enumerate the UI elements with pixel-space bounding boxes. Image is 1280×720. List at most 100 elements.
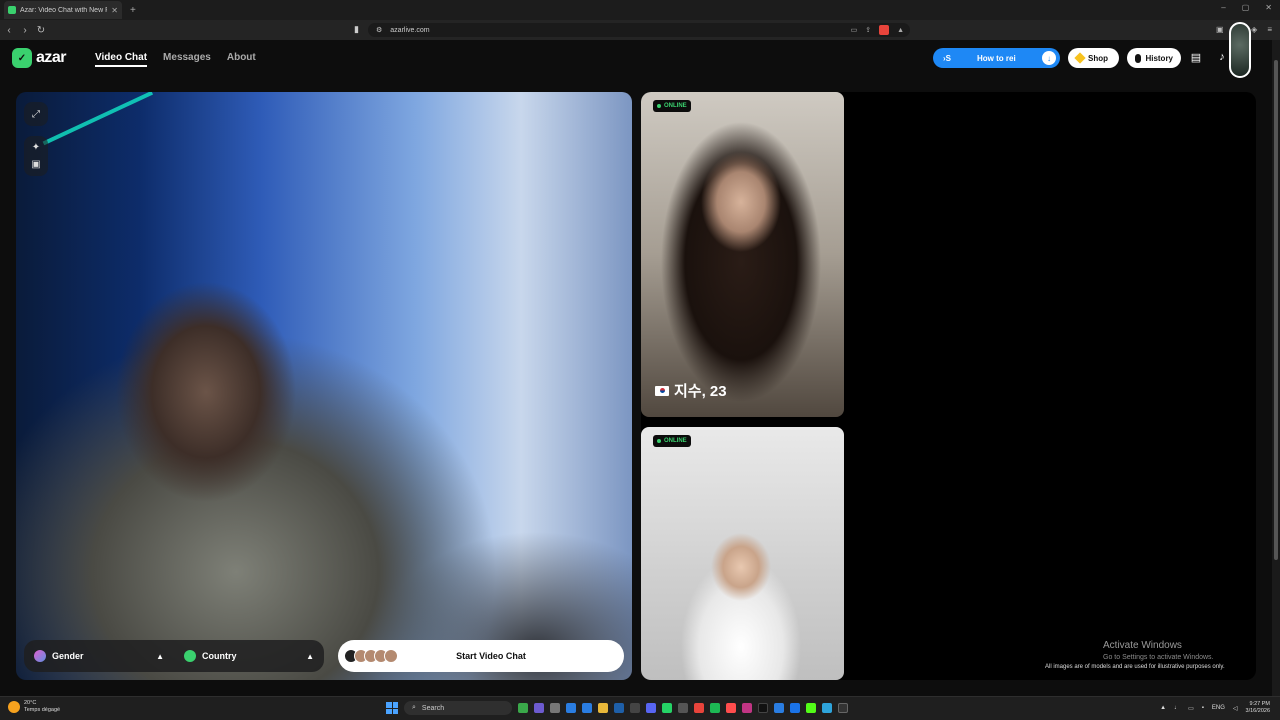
menu-icon[interactable]: ≡: [1267, 25, 1272, 34]
face-avatar: [384, 649, 398, 663]
app-icon[interactable]: [550, 703, 560, 713]
filter-icon[interactable]: ▣: [31, 159, 40, 170]
match-filter-bar: Gender ▲ Country ▲: [24, 640, 324, 672]
logo-text: azar: [36, 49, 67, 66]
mic-icon[interactable]: ♩: [1174, 705, 1180, 711]
start-video-chat-button[interactable]: Start Video Chat: [338, 640, 624, 672]
close-tab-icon[interactable]: ✕: [111, 6, 118, 15]
brave-icon[interactable]: [694, 703, 704, 713]
app-icon[interactable]: [774, 703, 784, 713]
taskbar-search[interactable]: ⌕ Search: [404, 701, 512, 715]
language-indicator[interactable]: ENG: [1212, 705, 1225, 711]
user-faces-stack: [344, 649, 398, 663]
maximize-icon[interactable]: ▢: [1242, 3, 1250, 12]
volume-icon[interactable]: ◁: [1233, 705, 1238, 712]
close-window-icon[interactable]: ✕: [1265, 3, 1272, 12]
bookmark-icon[interactable]: ▮: [354, 24, 359, 35]
app-icon[interactable]: [726, 703, 736, 713]
chevron-up-icon: ▲: [156, 651, 164, 661]
kick-icon[interactable]: [806, 703, 816, 713]
magic-wand-icon[interactable]: ✦: [32, 142, 40, 153]
chevron-up-icon: ▲: [306, 651, 314, 661]
fullscreen-button[interactable]: ⤢: [24, 102, 48, 126]
start-video-chat-label: Start Video Chat: [456, 651, 526, 661]
app-icon[interactable]: [630, 703, 640, 713]
forward-button[interactable]: ›: [18, 25, 32, 36]
url-actions: ▭ ⇪ ▲: [851, 25, 904, 35]
instagram-icon[interactable]: [742, 703, 752, 713]
preview-card[interactable]: ONLINE: [641, 427, 844, 680]
bell-icon[interactable]: ♪: [1215, 51, 1229, 65]
vpn-icon[interactable]: ◈: [1251, 25, 1257, 34]
brave-shield-icon[interactable]: [879, 25, 890, 35]
nav-video-chat[interactable]: Video Chat: [95, 52, 148, 67]
steam-icon[interactable]: [614, 703, 624, 713]
app-icon[interactable]: [822, 703, 832, 713]
nav-messages[interactable]: Messages: [163, 52, 211, 67]
how-to-banner-button[interactable]: ›S How to rei ↓: [933, 48, 1060, 68]
history-label: History: [1145, 53, 1173, 63]
neon-light-decoration: [42, 92, 190, 224]
self-video-feed: ⤢ ✦ ▣ Gender ▲ Country ▲ Start Video Cha…: [16, 92, 632, 680]
nav-about[interactable]: About: [227, 52, 256, 67]
rewards-icon[interactable]: ▲: [897, 27, 904, 34]
address-bar[interactable]: ⚙ azarlive.com ▭ ⇪ ▲: [368, 23, 910, 37]
app-icon[interactable]: [582, 703, 592, 713]
reload-button[interactable]: ↻: [34, 25, 48, 36]
browser-toolbar: ‹ › ↻ ▮ ⚙ azarlive.com ▭ ⇪ ▲ ▣ ▥ ◈ ≡: [0, 20, 1280, 40]
clock-time: 9:27 PM: [1249, 701, 1270, 707]
tiktok-icon[interactable]: [758, 703, 768, 713]
battery-icon[interactable]: ▭: [1188, 705, 1194, 712]
shop-label: Shop: [1088, 53, 1108, 63]
clock-date: 3/16/2026: [1245, 708, 1270, 714]
app-icon[interactable]: [566, 703, 576, 713]
gender-icon: [34, 650, 46, 662]
disclaimer-text: All images are of models and are used fo…: [1045, 664, 1225, 670]
whatsapp-icon[interactable]: [662, 703, 672, 713]
browser-tab[interactable]: Azar: Video Chat with New P... ✕: [4, 1, 122, 19]
cast-icon[interactable]: ▭: [851, 26, 858, 34]
app-icon[interactable]: [710, 703, 720, 713]
chevron-up-icon[interactable]: ▲: [1160, 705, 1166, 711]
gender-filter[interactable]: Gender ▲: [24, 650, 174, 662]
avatar[interactable]: [1229, 22, 1251, 78]
start-icon[interactable]: [386, 702, 398, 714]
history-button[interactable]: History: [1127, 48, 1181, 68]
share-icon[interactable]: ⇪: [865, 26, 871, 34]
activate-windows-title: Activate Windows: [1103, 640, 1182, 651]
app-icon[interactable]: [838, 703, 848, 713]
app-icon[interactable]: [678, 703, 688, 713]
tab-title: Azar: Video Chat with New P...: [20, 6, 108, 14]
app-icon[interactable]: [534, 703, 544, 713]
weather-widget[interactable]: 20°C Temps dégagé: [8, 700, 60, 714]
taskbar-clock[interactable]: 9:27 PM 3/16/2026: [1246, 701, 1270, 715]
online-label: ONLINE: [664, 438, 687, 444]
tray-app-icon[interactable]: ▪: [1202, 705, 1204, 711]
back-button[interactable]: ‹: [2, 25, 16, 36]
minimize-icon[interactable]: –: [1221, 3, 1225, 12]
discord-icon[interactable]: [646, 703, 656, 713]
howto-label: How to rei: [977, 53, 1016, 63]
weather-temp: 20°C: [24, 700, 37, 706]
online-label: ONLINE: [664, 103, 687, 109]
video-tools: ⤢ ✦ ▣: [24, 102, 48, 176]
system-tray: ▲ ♩ ▭ ▪ ENG ◁ 9:27 PM 3/16/2026: [1160, 701, 1270, 715]
xbox-icon[interactable]: [518, 703, 528, 713]
azar-favicon-icon: [8, 6, 16, 14]
folder-icon[interactable]: [598, 703, 608, 713]
app-icon[interactable]: [790, 703, 800, 713]
site-info-icon[interactable]: ⚙: [376, 26, 382, 34]
wallet-icon[interactable]: ▣: [1216, 25, 1224, 34]
new-tab-button[interactable]: +: [130, 5, 136, 16]
inbox-icon[interactable]: ▤: [1189, 51, 1203, 65]
preview-panel: ONLINE 지수, 23 ONLINE Activate Windows Go…: [641, 92, 1256, 680]
page-scrollbar[interactable]: [1272, 40, 1280, 696]
taskbar-search-label: Search: [421, 704, 445, 712]
online-badge: ONLINE: [653, 435, 691, 447]
download-icon: ↓: [1042, 51, 1056, 65]
country-filter[interactable]: Country ▲: [174, 650, 324, 662]
preview-card[interactable]: ONLINE 지수, 23: [641, 92, 844, 417]
azar-logo[interactable]: ✓ azar: [12, 48, 67, 68]
url-text: azarlive.com: [390, 26, 430, 34]
shop-button[interactable]: Shop: [1068, 48, 1119, 68]
